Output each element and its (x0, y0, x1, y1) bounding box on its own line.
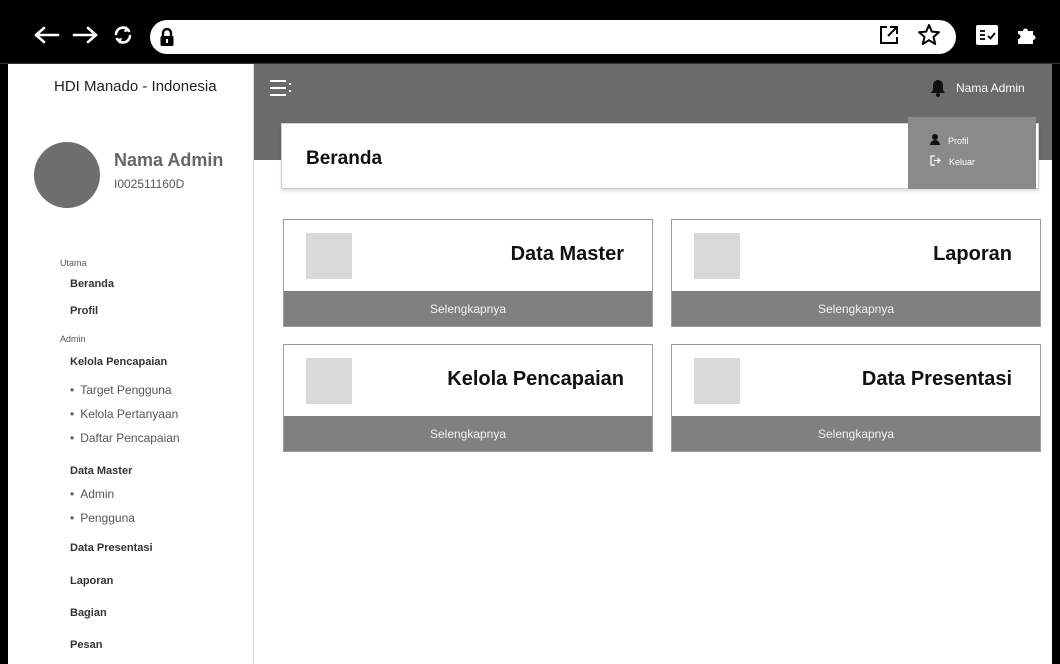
user-dropdown-menu: Profil Keluar (908, 117, 1036, 189)
logout-icon (930, 155, 941, 168)
avatar (34, 142, 100, 208)
dropdown-item-profil[interactable]: Profil (930, 134, 969, 147)
sidebar-item-beranda[interactable]: Beranda (70, 278, 114, 290)
sidebar-item-data-master[interactable]: Data Master (70, 465, 132, 477)
card-thumbnail (306, 358, 352, 404)
dropdown-label-profil: Profil (948, 135, 969, 146)
card-thumbnail (694, 358, 740, 404)
lock-icon[interactable] (150, 20, 184, 54)
checklist-icon[interactable] (972, 20, 1002, 50)
card-more-link[interactable]: Selengkapnya (284, 416, 652, 451)
address-bar[interactable] (150, 20, 956, 54)
card-title: Laporan (933, 243, 1012, 265)
sidebar: HDI Manado - Indonesia Nama Admin I00251… (8, 64, 254, 664)
card-title: Kelola Pencapaian (447, 368, 624, 390)
card-more-link[interactable]: Selengkapnya (672, 291, 1040, 326)
card-kelola-pencapaian: Kelola Pencapaian Selengkapnya (283, 344, 653, 452)
card-thumbnail (694, 233, 740, 279)
card-data-presentasi: Data Presentasi Selengkapnya (671, 344, 1041, 452)
card-title: Data Presentasi (861, 368, 1012, 390)
sidebar-admin-id: I002511160D (114, 177, 185, 191)
card-thumbnail (306, 233, 352, 279)
card-more-link[interactable]: Selengkapnya (672, 416, 1040, 451)
arrow-right-icon[interactable] (72, 22, 98, 48)
card-data-master: Data Master Selengkapnya (283, 219, 653, 327)
sidebar-item-bagian[interactable]: Bagian (70, 607, 107, 619)
sidebar-item-profil[interactable]: Profil (70, 305, 98, 317)
menu-icon[interactable] (270, 80, 292, 98)
nav-section-utama: Utama (60, 258, 87, 268)
sidebar-item-kelola-pencapaian[interactable]: Kelola Pencapaian (70, 356, 167, 368)
reload-icon[interactable] (110, 22, 136, 48)
browser-toolbar (0, 0, 1060, 64)
sidebar-item-pesan[interactable]: Pesan (70, 639, 102, 651)
bell-icon[interactable] (930, 79, 948, 97)
header-admin-name[interactable]: Nama Admin (956, 81, 1025, 95)
site-title: HDI Manado - Indonesia (54, 78, 217, 95)
sidebar-subitem-pengguna[interactable]: Pengguna (70, 511, 135, 525)
dropdown-item-keluar[interactable]: Keluar (930, 155, 975, 168)
sidebar-subitem-admin[interactable]: Admin (70, 487, 114, 501)
sidebar-item-laporan[interactable]: Laporan (70, 575, 113, 587)
card-more-link[interactable]: Selengkapnya (284, 291, 652, 326)
dropdown-label-keluar: Keluar (949, 156, 976, 167)
card-title: Data Master (510, 243, 624, 265)
star-icon[interactable] (914, 20, 944, 50)
sidebar-admin-name: Nama Admin (114, 150, 224, 170)
user-icon (930, 134, 940, 147)
card-laporan: Laporan Selengkapnya (671, 219, 1041, 327)
nav-section-admin: Admin (60, 334, 86, 344)
page-title: Beranda (306, 148, 383, 169)
puzzle-icon[interactable] (1012, 20, 1042, 50)
sidebar-subitem-daftar-pencapaian[interactable]: Daftar Pencapaian (70, 431, 179, 445)
sidebar-subitem-kelola-pertanyaan[interactable]: Kelola Pertanyaan (70, 407, 178, 421)
open-external-icon[interactable] (874, 20, 904, 50)
arrow-left-icon[interactable] (34, 22, 60, 48)
sidebar-item-data-presentasi[interactable]: Data Presentasi (70, 542, 153, 554)
sidebar-subitem-target-pengguna[interactable]: Target Pengguna (70, 383, 171, 397)
